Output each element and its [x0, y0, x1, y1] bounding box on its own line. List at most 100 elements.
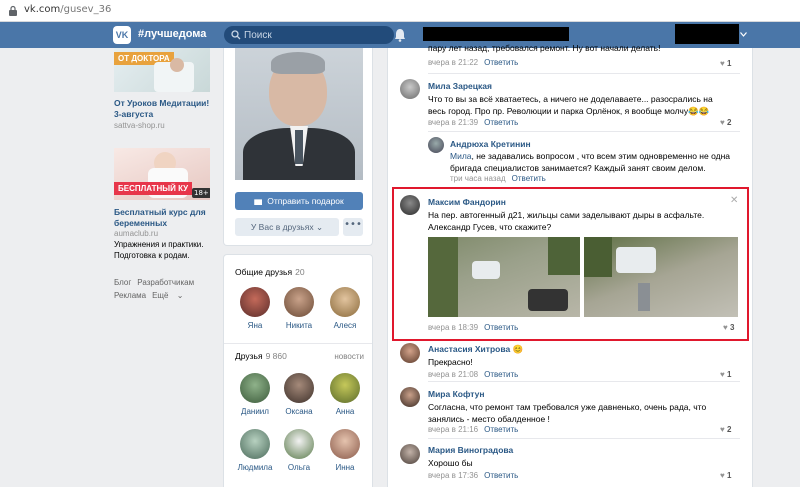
ad-title[interactable]: Бесплатный курс для беременных [114, 207, 214, 229]
comment: пару лет назад, требовался ремонт. Ну во… [387, 43, 753, 70]
url-text[interactable]: vk.com/gusev_36 [24, 4, 111, 15]
search-box[interactable] [224, 26, 394, 44]
age-badge: 18+ [192, 188, 210, 198]
comment-author[interactable]: Мира Кофтун [428, 389, 485, 399]
in-friends-button[interactable]: У Вас в друзьях ⌄ [235, 218, 339, 236]
comment-author[interactable]: Анастасия Хитрова 😊 [428, 344, 523, 355]
comment-text: Согласна, что ремонт там требовался уже … [428, 402, 707, 424]
avatar [240, 373, 270, 403]
comment-text: Мила, не задавались вопросом , что всем … [450, 151, 730, 173]
like-button[interactable]: ♥ 2 [720, 118, 731, 127]
like-button[interactable]: ♥ 1 [720, 471, 731, 480]
avatar [284, 429, 314, 459]
avatar[interactable] [400, 79, 420, 99]
comment-author[interactable]: Мария Виноградова [428, 445, 513, 455]
avatar [330, 373, 360, 403]
comment-author[interactable]: Мила Зарецкая [428, 81, 492, 91]
heart-icon: ♥ [720, 59, 725, 68]
comment-author[interactable]: Максим Фандорин [428, 197, 506, 207]
friend-item[interactable]: Яна [234, 287, 276, 330]
like-button[interactable]: ♥ 1 [720, 59, 731, 68]
avatar[interactable] [400, 343, 420, 363]
profile-photo[interactable] [235, 48, 363, 180]
avatar [330, 287, 360, 317]
friends-header[interactable]: Друзья 9 860 [235, 351, 287, 361]
avatar[interactable] [400, 444, 420, 464]
chevron-down-icon[interactable] [740, 32, 747, 37]
friend-item[interactable]: Никита [278, 287, 320, 330]
bell-icon[interactable] [394, 28, 406, 42]
attached-photo[interactable] [428, 237, 580, 317]
vk-logo-icon[interactable]: VK [113, 26, 131, 44]
common-friends-header[interactable]: Общие друзья 20 [235, 267, 305, 277]
reply-link[interactable]: Ответить [484, 118, 518, 127]
footer-links: Блог Разработчикам Реклама Ещё ⌄ [114, 276, 214, 302]
friend-item[interactable]: Инна [324, 429, 366, 472]
mention-link[interactable]: Мила [450, 151, 472, 161]
profile-card: Отправить подарок У Вас в друзьях ⌄ ••• [223, 48, 373, 246]
reply-link[interactable]: Ответить [484, 471, 518, 480]
header-hashtag[interactable]: #лучшедома [138, 28, 206, 40]
friend-item[interactable]: Оксана [278, 373, 320, 416]
more-actions-button[interactable]: ••• [343, 218, 363, 236]
comment-text: Прекрасно! [428, 357, 473, 367]
avatar [284, 373, 314, 403]
footer-link-developers[interactable]: Разработчикам [137, 278, 194, 287]
comment-text: Что то вы за всё хватаетесь, а ничего не… [428, 94, 713, 116]
friend-item[interactable]: Людмила [234, 429, 276, 472]
reply-link[interactable]: Ответить [484, 425, 518, 434]
comment-text: пару лет назад, требовался ремонт. Ну во… [428, 43, 661, 53]
comment-text: На пер. автогенный д21, жильцы сами заде… [428, 210, 705, 232]
comment-meta: вчера в 21:16 Ответить [428, 425, 519, 434]
avatar [284, 287, 314, 317]
divider [428, 131, 740, 132]
comment: Максим Фандорин ✕ На пер. автогенный д21… [400, 195, 744, 337]
reply-link[interactable]: Ответить [484, 323, 518, 332]
browser-address-bar[interactable]: vk.com/gusev_36 [0, 0, 800, 22]
reply-link[interactable]: Ответить [484, 58, 518, 67]
like-button[interactable]: ♥ 3 [723, 323, 734, 332]
attached-photo[interactable] [584, 237, 738, 317]
footer-link-ads[interactable]: Реклама [114, 291, 146, 300]
avatar [240, 287, 270, 317]
avatar[interactable] [400, 387, 420, 407]
avatar [240, 429, 270, 459]
like-button[interactable]: ♥ 1 [720, 370, 731, 379]
comment-author[interactable]: Андрюха Кретинин [450, 139, 531, 149]
ad-image[interactable]: БЕСПЛАТНЫЙ КУ 18+ [114, 148, 210, 200]
close-icon[interactable]: ✕ [730, 195, 738, 206]
ad-domain: sattva-shop.ru [114, 121, 165, 130]
avatar[interactable] [428, 137, 444, 153]
friend-item[interactable]: Даниил [234, 373, 276, 416]
gift-icon [254, 199, 263, 205]
reply-link[interactable]: Ответить [484, 370, 518, 379]
friends-card: Общие друзья 20 Яна Никита Алеся Друзья 9 … [223, 254, 373, 487]
comment-meta: вчера в 21:08 Ответить [428, 370, 519, 379]
ad-description: Упражнения и практики. Подготовка к рода… [114, 240, 204, 260]
divider [224, 343, 372, 344]
friend-item[interactable]: Ольга [278, 429, 320, 472]
footer-link-blog[interactable]: Блог [114, 278, 131, 287]
comment: Мария Виноградова Хорошо бы вчера в 17:3… [400, 444, 740, 484]
heart-icon: ♥ [720, 471, 725, 480]
redacted-block [423, 27, 569, 41]
redacted-user-menu[interactable] [675, 24, 739, 44]
send-gift-button[interactable]: Отправить подарок [235, 192, 363, 210]
like-button[interactable]: ♥ 2 [720, 425, 731, 434]
comment-meta: вчера в 21:22 Ответить [428, 58, 519, 67]
friend-item[interactable]: Анна [324, 373, 366, 416]
heart-icon: ♥ [720, 370, 725, 379]
reply-link[interactable]: Ответить [512, 174, 546, 183]
search-input[interactable] [244, 28, 384, 42]
divider [428, 381, 740, 382]
ad-title[interactable]: От Уроков Медитации! 3-августа [114, 98, 214, 120]
friend-item[interactable]: Алеся [324, 287, 366, 330]
comment: Мира Кофтун Согласна, что ремонт там тре… [400, 387, 740, 437]
comment-reply: Андрюха Кретинин Мила, не задавались воп… [428, 137, 740, 183]
comment-text: Хорошо бы [428, 458, 473, 468]
footer-link-more[interactable]: Ещё ⌄ [152, 291, 183, 300]
ad-image[interactable]: ОТ ДОКТОРА [114, 48, 210, 92]
comment: Мила Зарецкая Что то вы за всё хватаетес… [400, 79, 740, 129]
friends-news-link[interactable]: новости [334, 352, 364, 361]
avatar[interactable] [400, 195, 420, 215]
